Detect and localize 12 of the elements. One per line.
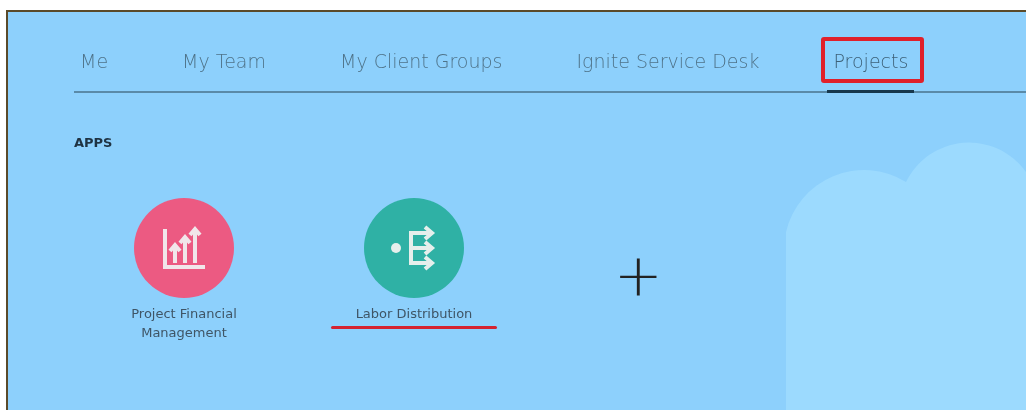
nav-tab[interactable]: My Client Groups [334, 50, 509, 93]
app-label: Project Financial Management [130, 305, 238, 342]
app-label: Labor Distribution [339, 304, 489, 323]
bar-chart-icon [161, 225, 207, 271]
app-tile[interactable]: Project Financial Management [94, 198, 274, 342]
nav-tab[interactable]: My Team [176, 50, 272, 93]
nav-tab[interactable]: Projects [827, 50, 915, 93]
app-tile[interactable]: Labor Distribution [324, 198, 504, 323]
nav-tab[interactable]: Ignite Service Desk [570, 50, 766, 93]
add-button[interactable]: + [614, 246, 663, 304]
nav-tab[interactable]: Me [74, 50, 115, 93]
section-title: APPS [74, 135, 114, 150]
